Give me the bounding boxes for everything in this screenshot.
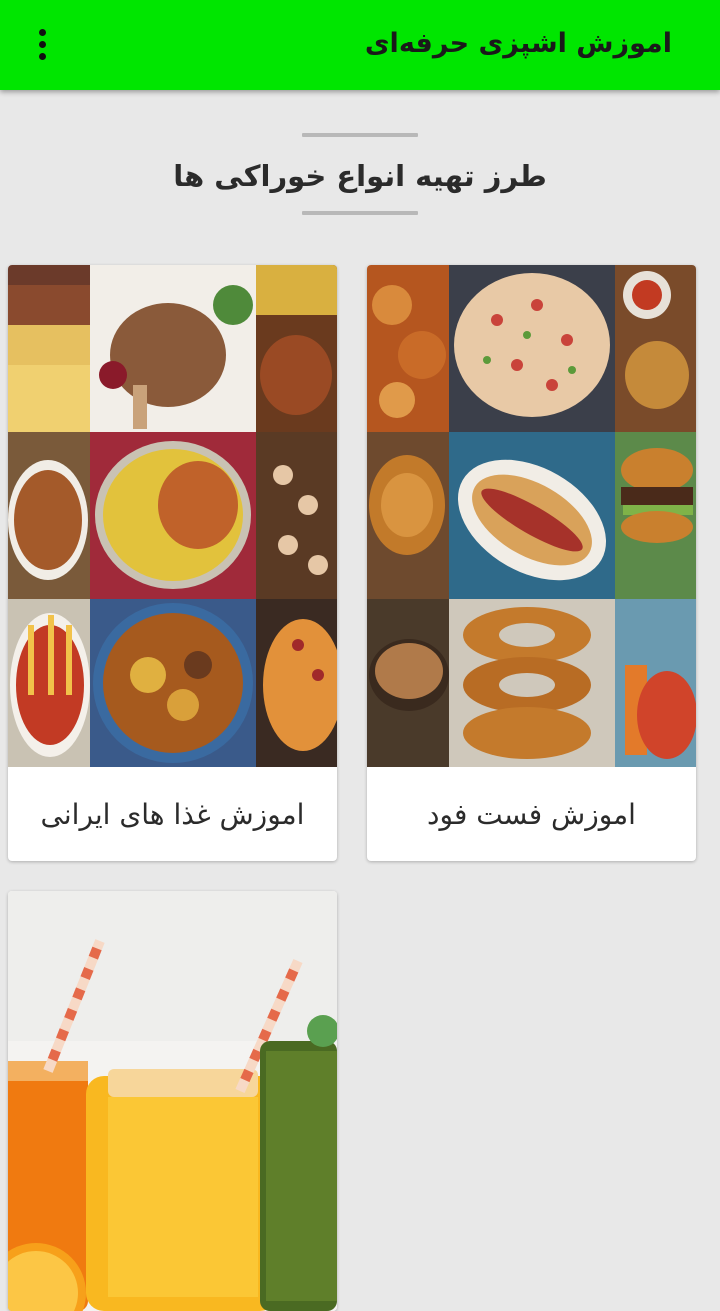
more-vert-icon[interactable]	[22, 22, 62, 66]
card-label-fast-food: اموزش فست فود	[427, 798, 636, 831]
iranian-food-collage-image	[8, 265, 337, 767]
section-title: طرز تهیه انواع خوراکی ها	[173, 159, 547, 193]
app-bar: اموزش اشپزی حرفه‌ای	[0, 0, 720, 90]
card-iranian-food[interactable]: اموزش غذا های ایرانی	[8, 265, 337, 861]
juice-drinks-image	[8, 891, 337, 1311]
card-juices[interactable]	[8, 891, 337, 1311]
fast-food-collage-image	[367, 265, 696, 767]
card-label-iranian-food: اموزش غذا های ایرانی	[40, 798, 305, 831]
menu-dot	[38, 28, 46, 36]
top-divider	[302, 133, 418, 137]
menu-dot	[38, 52, 46, 60]
menu-dot	[38, 40, 46, 48]
card-fast-food[interactable]: اموزش فست فود	[367, 265, 696, 861]
bottom-divider	[302, 211, 418, 215]
app-title: اموزش اشپزی حرفه‌ای	[364, 28, 672, 59]
